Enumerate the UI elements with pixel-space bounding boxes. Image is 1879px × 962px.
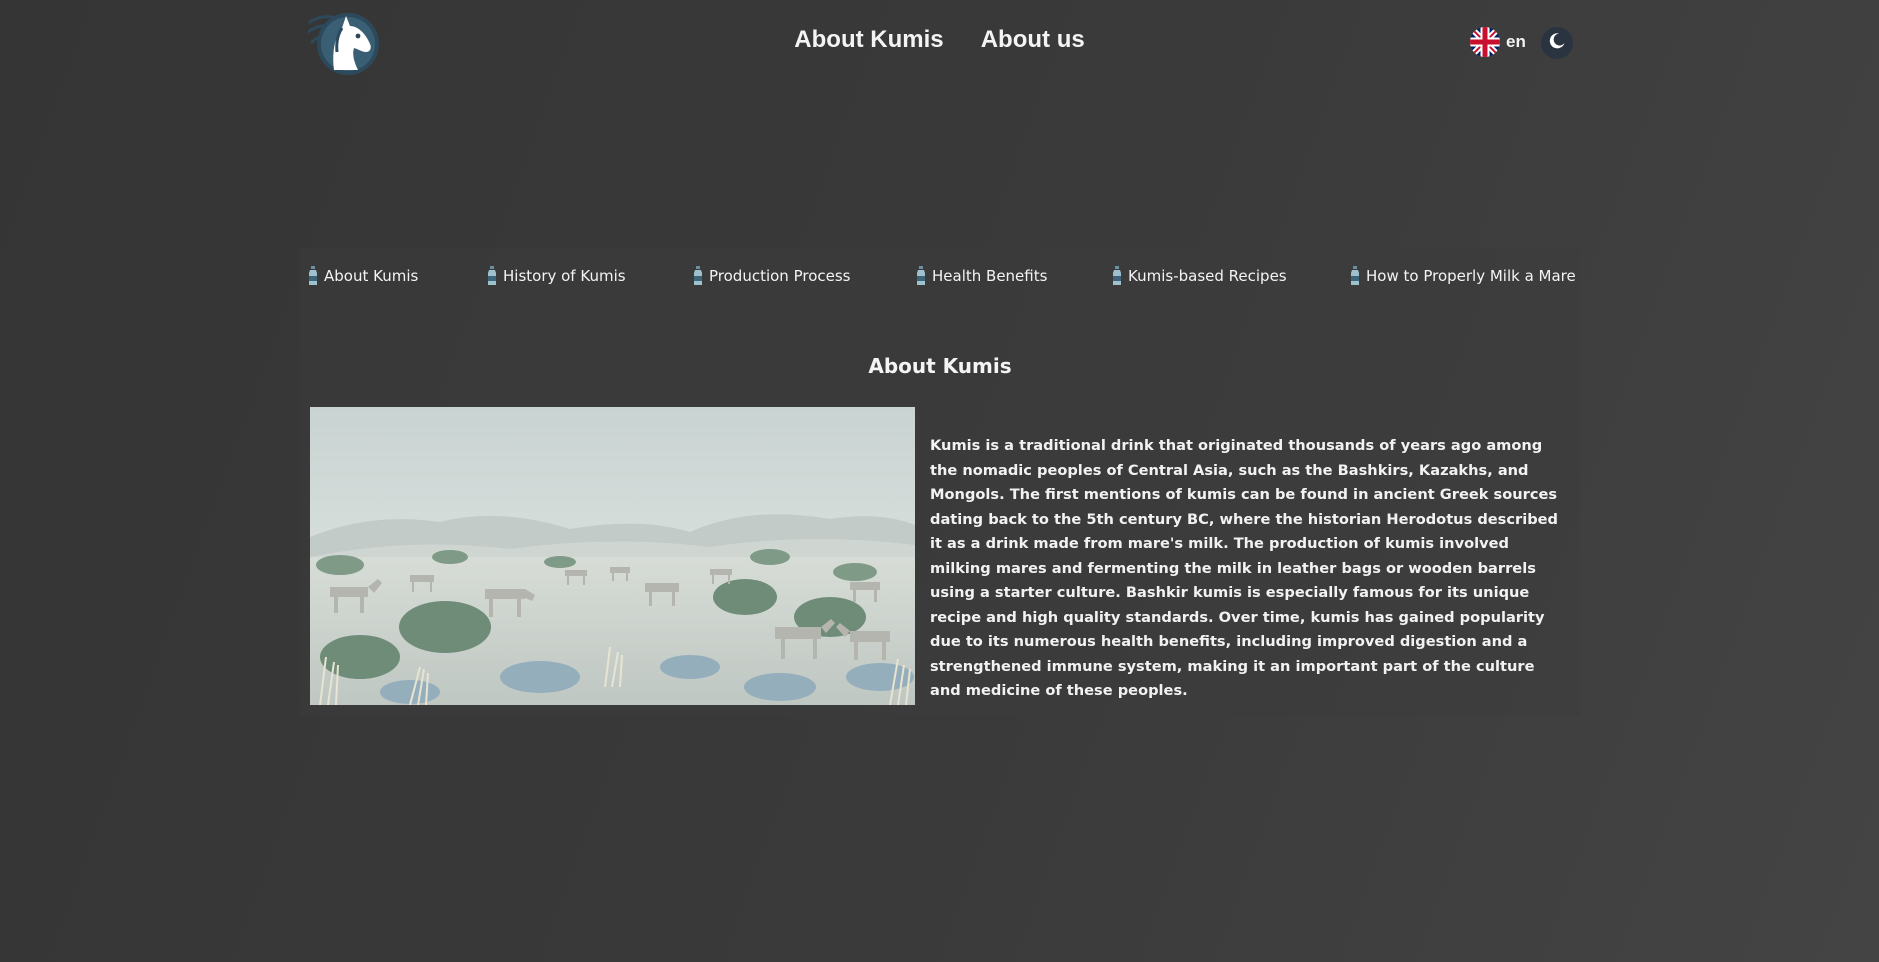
bottle-icon xyxy=(916,266,926,286)
tab-label: About Kumis xyxy=(324,267,419,285)
tab-label: Kumis-based Recipes xyxy=(1128,267,1287,285)
bottle-icon xyxy=(1350,266,1360,286)
moon-icon xyxy=(1548,32,1566,54)
section-description: Kumis is a traditional drink that origin… xyxy=(930,437,1559,699)
site-header: About Kumis About us en xyxy=(0,0,1879,86)
bottle-icon xyxy=(1112,266,1122,286)
tab-health-benefits[interactable]: Health Benefits xyxy=(916,262,1047,290)
bottle-icon xyxy=(308,266,318,286)
section-title: About Kumis xyxy=(868,354,1012,378)
tab-label: Production Process xyxy=(709,267,851,285)
bottle-icon xyxy=(693,266,703,286)
language-code: en xyxy=(1506,32,1526,51)
section-tabs: About Kumis History of Kumis Production … xyxy=(308,262,1580,290)
nav-about-kumis[interactable]: About Kumis xyxy=(794,26,943,54)
content-panel: About Kumis History of Kumis Production … xyxy=(300,248,1580,716)
language-switcher[interactable]: en xyxy=(1470,26,1526,58)
nav-about-us[interactable]: About us xyxy=(981,26,1085,54)
tab-label: How to Properly Milk a Mare xyxy=(1366,267,1576,285)
theme-toggle-button[interactable] xyxy=(1541,27,1573,59)
uk-flag-icon xyxy=(1470,27,1500,57)
bottle-icon xyxy=(487,266,497,286)
tab-label: Health Benefits xyxy=(932,267,1048,285)
tab-kumis-based-recipes[interactable]: Kumis-based Recipes xyxy=(1112,262,1287,290)
tab-label: History of Kumis xyxy=(503,267,626,285)
main-navigation: About Kumis About us xyxy=(0,26,1879,54)
tab-production-process[interactable]: Production Process xyxy=(693,262,850,290)
tab-how-to-milk-a-mare[interactable]: How to Properly Milk a Mare xyxy=(1350,262,1576,290)
steppe-horses-image xyxy=(310,407,915,705)
tab-about-kumis[interactable]: About Kumis xyxy=(308,262,418,290)
tab-history-of-kumis[interactable]: History of Kumis xyxy=(487,262,626,290)
